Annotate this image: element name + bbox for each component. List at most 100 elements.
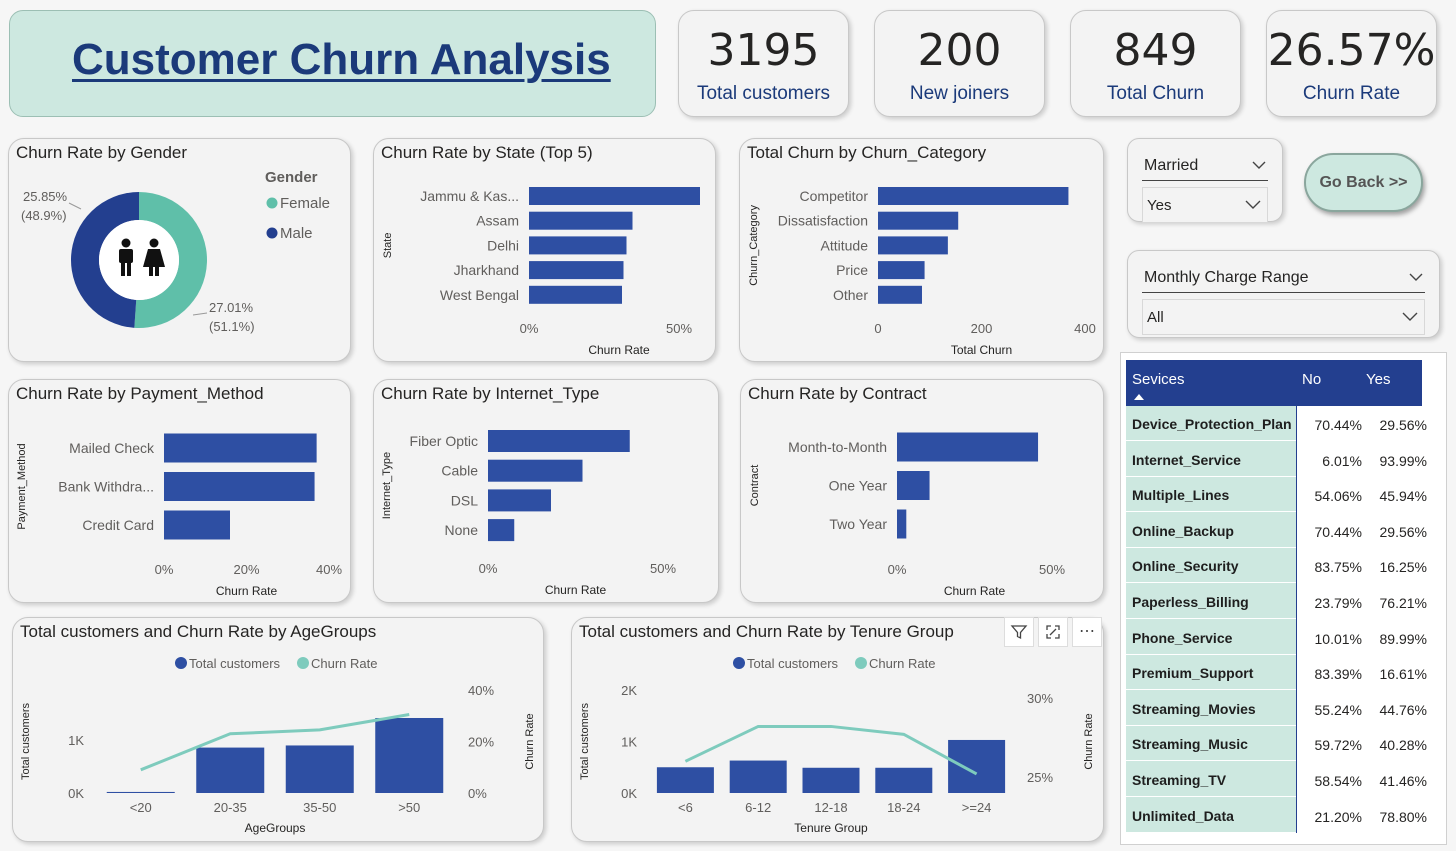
table-row[interactable]: Internet_Service 6.01% 93.99% [1126, 442, 1427, 477]
donut-hole [99, 220, 179, 300]
category-label: Mailed Check [69, 440, 155, 456]
y-tick-label: 0K [68, 786, 84, 801]
bar [878, 236, 948, 255]
monthly-charge-slicer[interactable]: Monthly Charge Range All [1127, 250, 1440, 338]
internet-bar-chart: Fiber Optic Cable DSL None 0% 50% Churn Rate In… [381, 430, 676, 597]
table-row[interactable]: Streaming_Music 59.72% 40.28% [1126, 726, 1427, 762]
row-service-name: Streaming_TV [1132, 772, 1227, 788]
column-header-yes[interactable]: Yes [1366, 371, 1390, 388]
cell-no: 70.44% [1314, 417, 1362, 433]
cell-yes: 16.25% [1379, 559, 1427, 576]
row-service-name: Premium_Support [1132, 665, 1254, 682]
cell-no: 83.75% [1314, 559, 1362, 576]
category-label: Bank Withdra... [58, 479, 154, 495]
more-options-icon[interactable]: ⋯ [1072, 617, 1102, 647]
x-tick-label: 12-18 [814, 800, 847, 815]
bar [656, 767, 714, 793]
bar [878, 285, 922, 304]
monthly-charge-dropdown[interactable]: All [1142, 299, 1425, 335]
x-axis-title: Tenure Group [794, 821, 868, 835]
filter-icon[interactable] [1004, 617, 1034, 647]
married-dropdown[interactable]: Yes [1142, 187, 1268, 223]
category-label: Two Year [829, 516, 887, 532]
services-matrix: Sevices No Yes Device_Protection_Plan 70.… [1120, 352, 1447, 845]
bar [529, 285, 622, 304]
cell-yes: 41.46% [1379, 773, 1427, 789]
table-row[interactable]: Unlimited_Data 21.20% 78.80% [1126, 798, 1427, 833]
row-service-name: Streaming_Music [1132, 736, 1248, 753]
y-tick-label: 2K [621, 683, 637, 698]
bar [897, 432, 1039, 462]
category-label: West Bengal [440, 287, 519, 303]
slicer-label: Monthly Charge Range [1144, 269, 1309, 286]
table-row[interactable]: Streaming_TV 58.54% 41.46% [1126, 762, 1427, 797]
y-axis-title: Payment_Method [16, 443, 28, 529]
table-row[interactable]: Online_Security 83.75% 16.25% [1126, 548, 1427, 584]
legend-label: Male [280, 225, 313, 242]
table-row[interactable]: Device_Protection_Plan 70.44% 29.56% [1126, 406, 1427, 441]
sort-ascending-icon[interactable] [1134, 393, 1144, 400]
cell-no: 23.79% [1314, 595, 1362, 611]
category-label: Jharkhand [454, 262, 519, 278]
bar [878, 211, 959, 230]
y-axis-title: Internet_Type [381, 452, 393, 519]
cell-yes: 16.61% [1379, 666, 1427, 683]
cell-no: 10.01% [1314, 630, 1362, 647]
data-label-share: (48.9%) [21, 208, 67, 223]
y2-axis-title: Churn Rate [524, 713, 536, 769]
x-tick-label: >=24 [962, 800, 992, 815]
table-row[interactable]: Phone_Service 10.01% 89.99% [1126, 620, 1427, 655]
x-tick-label: 0% [155, 562, 174, 577]
chevron-down-icon[interactable] [1252, 161, 1266, 170]
category-label: One Year [829, 478, 888, 494]
contract-bar-chart: Month-to-Month One Year Two Year 0% 50% Churn… [749, 432, 1065, 598]
table-row[interactable]: Paperless_Billing 23.79% 76.21% [1126, 584, 1427, 619]
chevron-down-icon [1402, 312, 1418, 321]
y2-axis-title: Churn Rate [1083, 713, 1095, 769]
bar [878, 187, 1069, 205]
chart-card-state: Churn Rate by State (Top 5) Jammu & Kas.… [373, 138, 716, 362]
bar [529, 211, 633, 230]
bar [488, 430, 630, 452]
table-row[interactable]: Multiple_Lines 54.06% 45.94% [1126, 477, 1427, 513]
age-combo-chart: Total customers Churn Rate <20 20-35 35-50 >5… [20, 656, 536, 835]
column-header-no[interactable]: No [1302, 371, 1321, 388]
x-tick-label: >50 [398, 800, 420, 815]
title-card: Customer Churn Analysis [9, 10, 656, 117]
cell-yes: 89.99% [1379, 630, 1427, 647]
table-row[interactable]: Streaming_Movies 55.24% 44.76% [1126, 691, 1427, 726]
married-slicer[interactable]: Married Yes [1127, 138, 1283, 223]
kpi-value: 849 [1113, 25, 1198, 76]
category-label: Other [833, 287, 868, 303]
table-row[interactable]: Online_Backup 70.44% 29.56% [1126, 513, 1427, 548]
bar [897, 471, 930, 500]
chevron-down-icon[interactable] [1409, 273, 1423, 282]
x-axis-title: Churn Rate [944, 584, 1006, 598]
x-axis-title: Churn Rate [545, 583, 607, 597]
legend-label: Total customers [747, 656, 839, 671]
cell-no: 70.44% [1314, 523, 1362, 540]
churn-rate-line [684, 724, 978, 776]
x-tick-label: 0% [520, 321, 539, 336]
x-axis-title: Churn Rate [216, 584, 278, 598]
focus-mode-icon[interactable] [1038, 617, 1068, 647]
x-tick-label: 50% [666, 321, 692, 336]
bar [529, 236, 627, 255]
cell-no: 21.20% [1314, 808, 1362, 825]
category-label: Credit Card [82, 517, 154, 533]
column-header-services[interactable]: Sevices [1132, 371, 1185, 388]
legend-title: Gender [265, 169, 318, 186]
go-back-button[interactable]: Go Back >> [1304, 153, 1423, 212]
chart-card-age: Total customers and Churn Rate by AgeGro… [12, 617, 544, 842]
y-tick-label: 0K [621, 786, 637, 801]
bar [488, 519, 515, 542]
legend-marker [266, 197, 278, 209]
category-label: Fiber Optic [410, 433, 478, 449]
table-row[interactable]: Premium_Support 83.39% 16.61% [1126, 655, 1427, 691]
chevron-down-icon [1245, 200, 1261, 209]
x-axis-title: AgeGroups [245, 821, 306, 835]
cell-yes: 45.94% [1379, 488, 1427, 505]
bar [802, 767, 860, 793]
cell-yes: 29.56% [1379, 417, 1427, 433]
bar [488, 489, 551, 512]
